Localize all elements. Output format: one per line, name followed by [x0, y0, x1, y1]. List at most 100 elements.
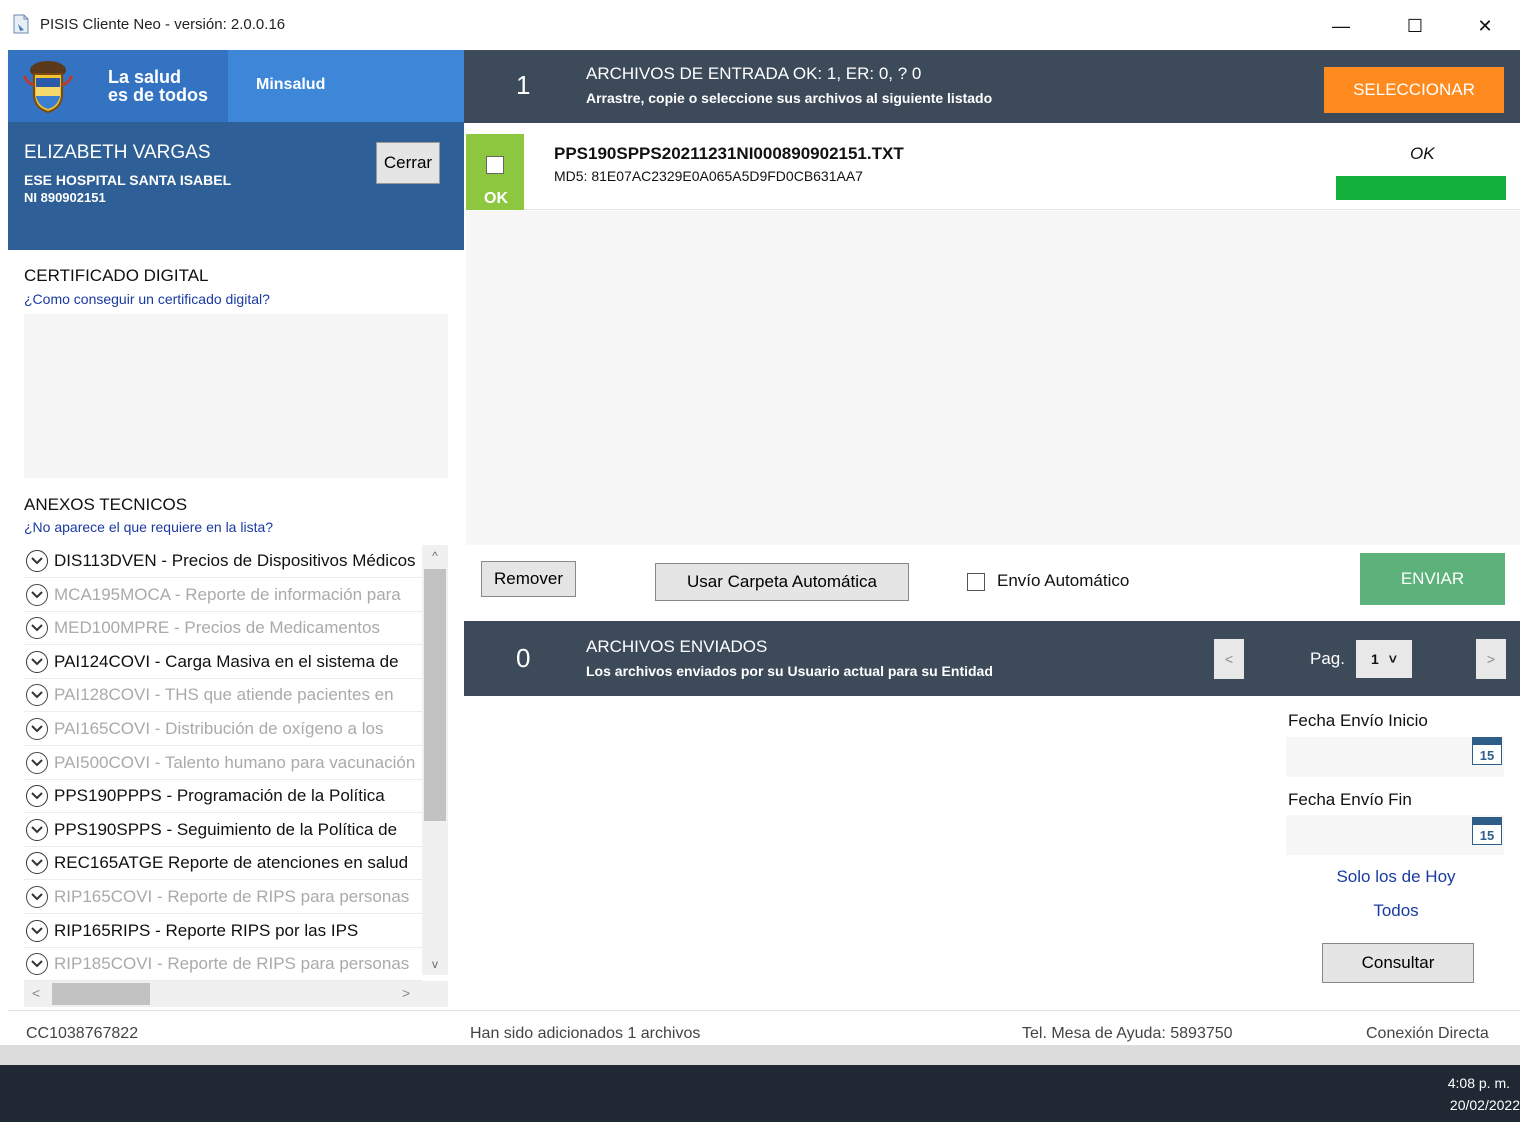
- input-files-drop-area[interactable]: [466, 211, 1520, 545]
- annex-item-label: DIS113DVEN - Precios de Dispositivos Méd…: [54, 551, 416, 570]
- file-ok-badge: OK: [484, 190, 508, 207]
- annex-item-label: RIP165COVI - Reporte de RIPS para person…: [54, 887, 410, 906]
- annex-item[interactable]: RIP165COVI - Reporte de RIPS para person…: [24, 881, 422, 914]
- annex-item[interactable]: RIP185COVI - Reporte de RIPS para person…: [24, 948, 422, 982]
- auto-send-checkbox[interactable]: [967, 573, 985, 591]
- chevron-down-circle-icon[interactable]: [26, 953, 48, 976]
- sent-files-header: 0 ARCHIVOS ENVIADOS Los archivos enviado…: [464, 621, 1520, 696]
- end-date-calendar-icon[interactable]: 15: [1472, 817, 1502, 845]
- annex-item-label: PAI124COVI - Carga Masiva en el sistema …: [54, 651, 399, 671]
- select-files-button[interactable]: SELECCIONAR: [1324, 67, 1504, 113]
- next-page-button[interactable]: >: [1476, 639, 1506, 679]
- close-window-button[interactable]: ✕: [1460, 8, 1510, 44]
- chevron-down-circle-icon[interactable]: [26, 785, 48, 808]
- annex-item-label: PAI165COVI - Distribución de oxígeno a l…: [54, 719, 384, 738]
- scroll-left-icon[interactable]: <: [32, 985, 40, 1001]
- annex-item[interactable]: PAI500COVI - Talento humano para vacunac…: [24, 747, 422, 780]
- annex-item[interactable]: DIS113DVEN - Precios de Dispositivos Méd…: [24, 545, 422, 578]
- chevron-down-circle-icon[interactable]: [26, 886, 48, 908]
- end-date-label: Fecha Envío Fin: [1288, 790, 1412, 809]
- annex-item-label: PAI128COVI - THS que atiende pacientes e…: [54, 685, 394, 705]
- certificate-drop-area[interactable]: [24, 314, 448, 478]
- file-select-checkbox[interactable]: [486, 156, 504, 174]
- scroll-right-icon[interactable]: >: [402, 985, 410, 1001]
- annex-item[interactable]: PAI124COVI - Carga Masiva en el sistema …: [24, 646, 422, 679]
- date-filter-panel: Fecha Envío Inicio 15 Fecha Envío Fin 15…: [1272, 697, 1520, 1009]
- brand-slogan-line1: La salud: [108, 67, 182, 87]
- annex-item-label: PPS190SPPS - Seguimiento de la Política …: [54, 819, 398, 839]
- start-date-calendar-icon[interactable]: 15: [1472, 737, 1502, 765]
- chevron-down-circle-icon[interactable]: [26, 684, 48, 707]
- annex-item[interactable]: PPS190SPPS - Seguimiento de la Política …: [24, 814, 422, 847]
- app-document-icon: [13, 14, 29, 34]
- annex-item-label: MED100MPRE - Precios de Medicamentos: [54, 618, 380, 638]
- scroll-up-icon[interactable]: ^: [422, 549, 448, 565]
- user-name: ELIZABETH VARGAS: [24, 142, 211, 163]
- input-files-subtitle: Arrastre, copie o seleccione sus archivo…: [586, 90, 993, 106]
- page-select-value: 1: [1371, 651, 1379, 667]
- chevron-down-circle-icon[interactable]: [26, 583, 48, 606]
- annex-item[interactable]: PPS190PPPS - Programación de la Política: [24, 780, 422, 814]
- sent-files-title: ARCHIVOS ENVIADOS: [586, 637, 768, 656]
- auto-folder-button[interactable]: Usar Carpeta Automática: [655, 563, 909, 601]
- annex-item[interactable]: MED100MPRE - Precios de Medicamentos: [24, 612, 422, 646]
- taskbar-clock-date[interactable]: 20/02/2022: [1450, 1097, 1520, 1113]
- annex-item[interactable]: RIP165RIPS - Reporte RIPS por las IPS: [24, 915, 422, 948]
- status-user-doc: CC1038767822: [26, 1025, 139, 1042]
- scroll-down-icon[interactable]: v: [422, 957, 448, 973]
- annex-item-label: RIP165RIPS - Reporte RIPS por las IPS: [54, 920, 359, 940]
- annex-item-label: PAI500COVI - Talento humano para vacunac…: [54, 752, 416, 772]
- window-title: PISIS Cliente Neo - versión: 2.0.0.16: [40, 16, 286, 33]
- certificate-help-link[interactable]: ¿Como conseguir un certificado digital?: [24, 291, 270, 307]
- chevron-down-circle-icon[interactable]: [26, 550, 48, 572]
- file-status: OK: [1410, 144, 1435, 163]
- input-files-count: 1: [516, 70, 531, 100]
- logout-button[interactable]: Cerrar: [376, 142, 440, 184]
- remove-button[interactable]: Remover: [481, 561, 576, 597]
- chevron-down-icon: ˅: [1388, 651, 1397, 667]
- minimize-button[interactable]: —: [1316, 8, 1366, 44]
- auto-send-label[interactable]: Envío Automático: [997, 571, 1129, 591]
- input-file-row[interactable]: OK PPS190SPPS20211231NI000890902151.TXT …: [466, 124, 1520, 210]
- query-button[interactable]: Consultar: [1322, 943, 1474, 983]
- file-progress-fill: [1336, 176, 1506, 200]
- annex-item[interactable]: PAI128COVI - THS que atiende pacientes e…: [24, 679, 422, 713]
- annexes-title: ANEXOS TECNICOS: [24, 495, 188, 514]
- ministry-name: Minsalud: [256, 76, 326, 93]
- previous-page-button[interactable]: <: [1214, 639, 1244, 679]
- brand-banner: La salud es de todos Minsalud: [8, 50, 464, 122]
- user-entity-id: NI 890902151: [24, 190, 106, 205]
- chevron-down-circle-icon[interactable]: [26, 650, 48, 673]
- chevron-down-circle-icon[interactable]: [26, 617, 48, 640]
- page-select[interactable]: 1 ˅: [1356, 640, 1412, 678]
- annexes-list[interactable]: DIS113DVEN - Precios de Dispositivos Méd…: [24, 545, 448, 1007]
- annexes-help-link[interactable]: ¿No aparece el que requiere en la lista?: [24, 519, 273, 535]
- annexes-horizontal-scroll-thumb[interactable]: [52, 983, 150, 1005]
- annex-item[interactable]: MCA195MOCA - Reporte de información para: [24, 579, 422, 612]
- chevron-down-circle-icon[interactable]: [26, 751, 48, 774]
- sent-files-list[interactable]: [466, 697, 1272, 1009]
- chevron-down-circle-icon[interactable]: [26, 919, 48, 942]
- background-window-strip: [0, 1045, 1520, 1065]
- brand-slogan-line2: es de todos: [108, 85, 209, 105]
- annex-item-label: REC165ATGE Reporte de atenciones en salu…: [54, 853, 409, 873]
- chevron-down-circle-icon[interactable]: [26, 718, 48, 740]
- maximize-button[interactable]: ☐: [1390, 8, 1440, 44]
- status-message: Han sido adicionados 1 archivos: [470, 1025, 701, 1042]
- annex-item[interactable]: REC165ATGE Reporte de atenciones en salu…: [24, 847, 422, 881]
- annex-item-label: PPS190PPPS - Programación de la Política: [54, 786, 385, 806]
- annex-item-label: RIP185COVI - Reporte de RIPS para person…: [54, 954, 410, 974]
- start-date-label: Fecha Envío Inicio: [1288, 711, 1428, 730]
- annex-item-label: MCA195MOCA - Reporte de información para: [54, 584, 401, 604]
- all-link[interactable]: Todos: [1272, 901, 1520, 921]
- annexes-vertical-scroll-thumb[interactable]: [424, 569, 446, 821]
- chevron-down-circle-icon[interactable]: [26, 818, 48, 841]
- annex-item[interactable]: PAI165COVI - Distribución de oxígeno a l…: [24, 713, 422, 746]
- taskbar-clock-time[interactable]: 4:08 p. m.: [1448, 1075, 1510, 1091]
- send-button[interactable]: ENVIAR: [1360, 553, 1505, 605]
- chevron-down-circle-icon[interactable]: [26, 852, 48, 875]
- status-helpdesk: Tel. Mesa de Ayuda: 5893750: [1022, 1025, 1233, 1042]
- today-only-link[interactable]: Solo los de Hoy: [1272, 867, 1520, 887]
- input-files-title: ARCHIVOS DE ENTRADA OK: 1, ER: 0, ? 0: [586, 64, 922, 83]
- user-entity: ESE HOSPITAL SANTA ISABEL: [24, 172, 232, 188]
